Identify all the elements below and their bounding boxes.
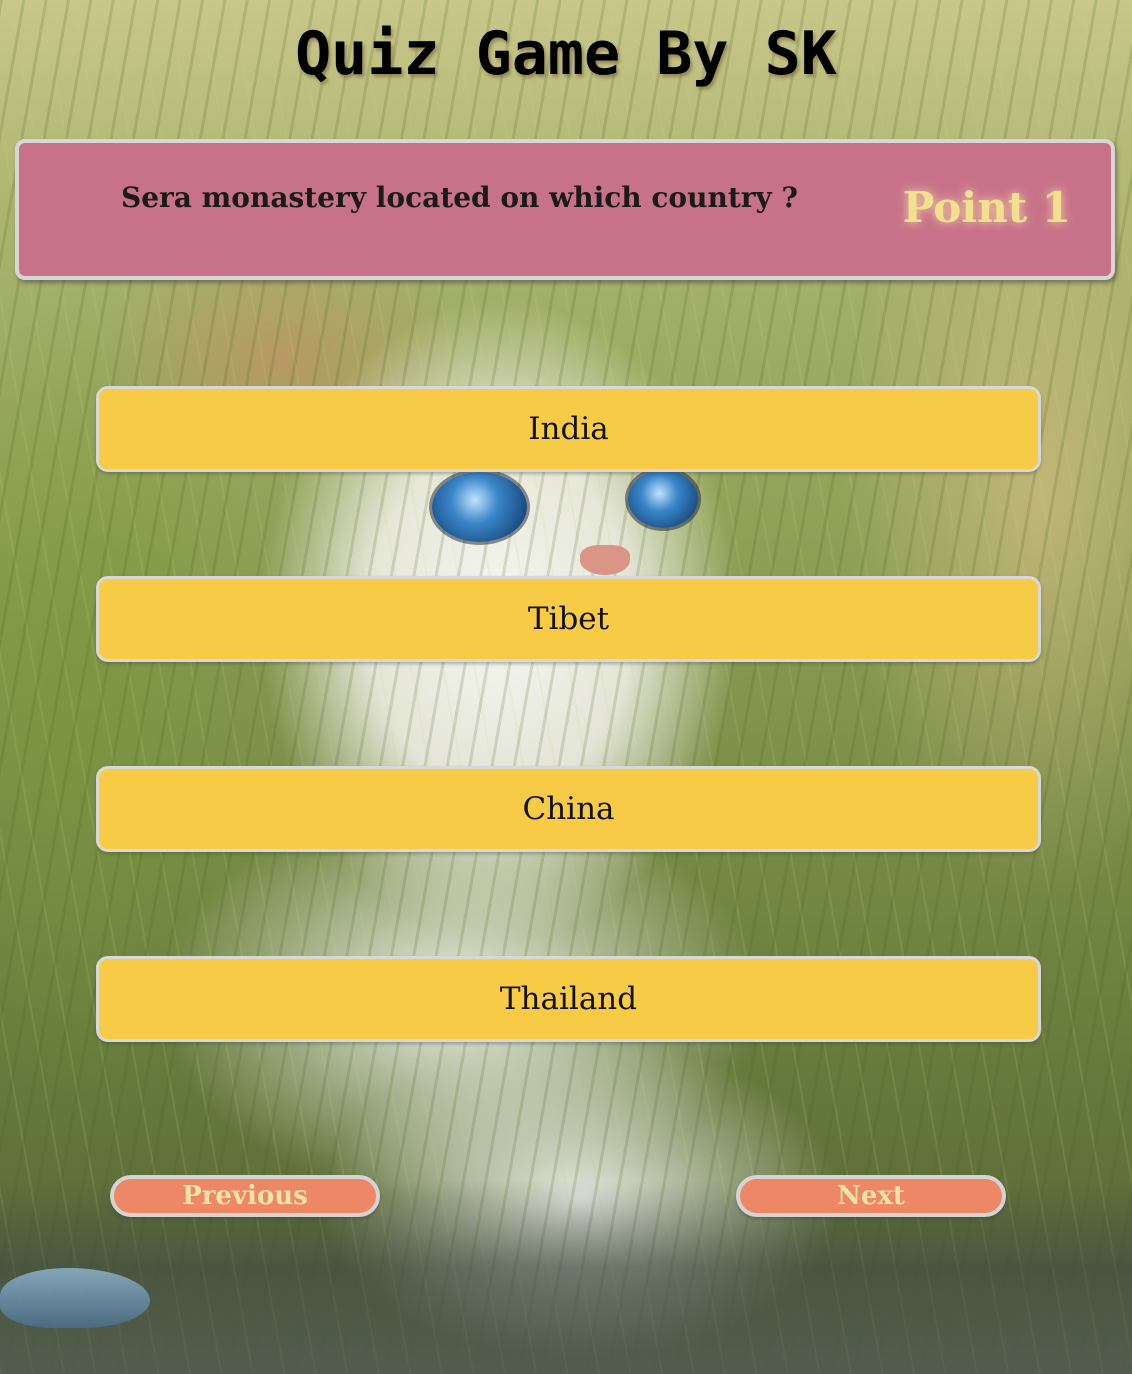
next-button[interactable]: Next bbox=[736, 1175, 1006, 1217]
background-cat-right-eye bbox=[628, 470, 698, 528]
option-button-china[interactable]: China bbox=[96, 766, 1041, 852]
background-fish bbox=[0, 1268, 150, 1328]
question-panel: Sera monastery located on which country … bbox=[15, 139, 1115, 280]
background-cat-left-eye bbox=[432, 472, 527, 542]
background-cat-nose bbox=[580, 545, 630, 575]
previous-button[interactable]: Previous bbox=[110, 1175, 380, 1217]
option-button-thailand[interactable]: Thailand bbox=[96, 956, 1041, 1042]
option-button-tibet[interactable]: Tibet bbox=[96, 576, 1041, 662]
score-badge: Point 1 bbox=[902, 183, 1071, 232]
page-title: Quiz Game By SK bbox=[295, 19, 837, 89]
option-button-india[interactable]: India bbox=[96, 386, 1041, 472]
question-text: Sera monastery located on which country … bbox=[121, 181, 798, 214]
